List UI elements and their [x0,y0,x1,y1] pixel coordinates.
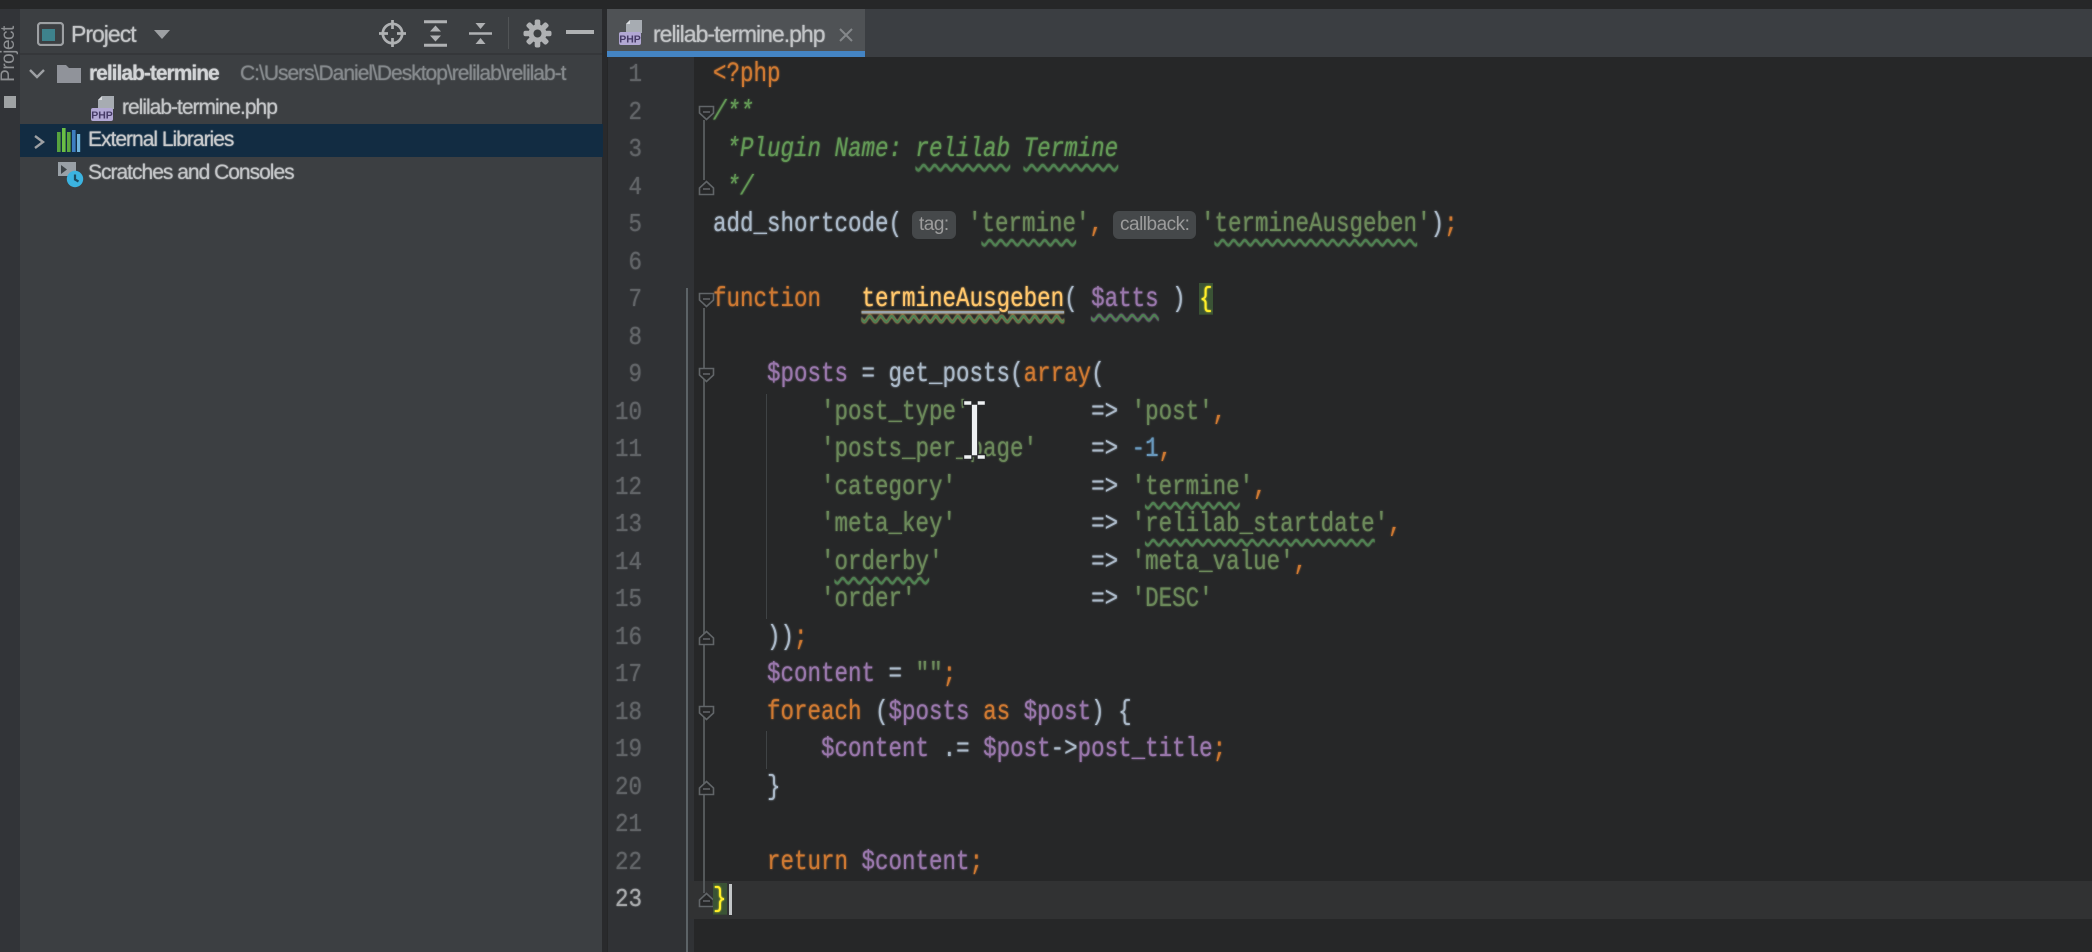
svg-text:PHP: PHP [91,110,113,122]
svg-text:PHP: PHP [619,34,641,46]
